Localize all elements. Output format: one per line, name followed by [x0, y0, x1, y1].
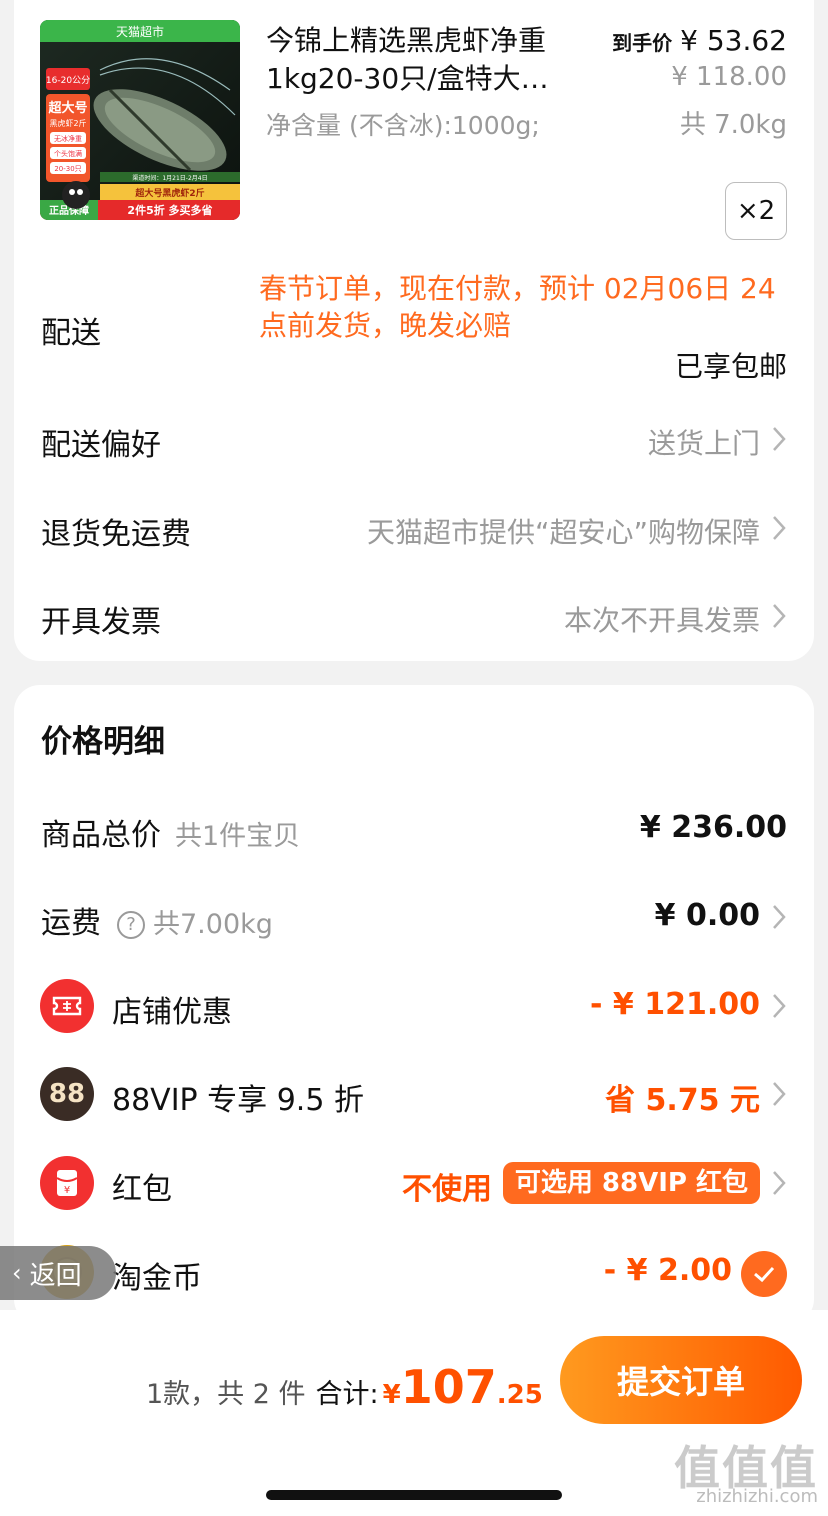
delivery-label: 配送: [41, 316, 101, 351]
total-weight: 共 7.0kg: [679, 110, 787, 140]
store-discount-label: 店铺优惠: [112, 995, 232, 1030]
final-price-tag: 到手价: [612, 31, 673, 55]
chevron-right-icon[interactable]: [770, 601, 788, 631]
tao-coin-label: 淘金币: [112, 1261, 202, 1296]
back-button-label: 返回: [29, 1260, 82, 1291]
home-indicator[interactable]: [266, 1490, 562, 1500]
chevron-right-icon[interactable]: [770, 902, 788, 932]
order-summary: 1款，共 2 件 合计: ¥ 107 .25: [146, 1360, 543, 1414]
chevron-right-icon[interactable]: [770, 513, 788, 543]
freight-weight: 共7.00kg: [153, 909, 273, 940]
back-button[interactable]: ‹ 返回: [0, 1246, 116, 1300]
svg-text:黑虎虾2斤: 黑虎虾2斤: [49, 118, 86, 128]
help-icon[interactable]: ?: [117, 911, 145, 939]
final-price: ¥ 53.62: [680, 24, 787, 57]
red-packet-label: 红包: [112, 1172, 172, 1207]
goods-count: 共1件宝贝: [175, 821, 301, 852]
vip-discount-label: 88VIP 专享 9.5 折: [112, 1083, 364, 1118]
total-decimal: .25: [496, 1380, 543, 1410]
product-thumbnail[interactable]: 天猫超市 16-20公分 超大号 黑虎虾2斤 无冰净重 个头饱满 20-30只 …: [40, 20, 240, 220]
invoice-value[interactable]: 本次不开具发票: [564, 599, 760, 639]
freight-label-text: 运费: [41, 906, 101, 941]
svg-text:超大号: 超大号: [48, 100, 87, 116]
goods-total-amount: ¥ 236.00: [639, 810, 787, 845]
goods-total-label-text: 商品总价: [41, 818, 161, 853]
chevron-right-icon[interactable]: [770, 424, 788, 454]
original-price: ¥ 118.00: [671, 62, 787, 92]
freight-label: 运费? 共7.00kg: [41, 898, 273, 942]
product-spec: 净含量 (不含冰):1000g;: [266, 111, 540, 140]
delivery-preference-value[interactable]: 送货上门: [648, 422, 760, 462]
svg-text:个头饱满: 个头饱满: [54, 149, 82, 158]
total-label: 合计:: [315, 1379, 379, 1410]
freight-amount: ¥ 0.00: [654, 898, 760, 933]
return-shipping-label: 退货免运费: [41, 517, 191, 552]
vip-red-packet-pill[interactable]: 可选用 88VIP 红包: [502, 1162, 760, 1204]
svg-text:超大号黑虎虾2斤: 超大号黑虎虾2斤: [134, 187, 204, 199]
vip-saving-amount[interactable]: 省 5.75 元: [605, 1075, 760, 1119]
svg-text:2件5折 多买多省: 2件5折 多买多省: [127, 203, 212, 217]
delivery-note: 春节订单，现在付款，预计 02月06日 24点前发货，晚发必赔: [259, 272, 776, 342]
total-integer: 107: [400, 1360, 497, 1414]
svg-text:¥: ¥: [64, 1185, 70, 1196]
svg-text:20-30只: 20-30只: [54, 165, 81, 173]
chevron-right-icon[interactable]: [770, 1079, 788, 1109]
chevron-right-icon[interactable]: [770, 1168, 788, 1198]
red-packet-icon: ¥: [40, 1156, 94, 1210]
tao-coin-amount: - ¥ 2.00: [603, 1253, 732, 1288]
goods-total-label: 商品总价 共1件宝贝: [41, 810, 300, 854]
quantity-button[interactable]: ×2: [725, 182, 787, 240]
submit-order-button[interactable]: 提交订单: [560, 1336, 802, 1424]
svg-text:16-20公分: 16-20公分: [46, 75, 90, 86]
svg-text:无冰净重: 无冰净重: [54, 134, 82, 143]
final-price-row: 到手价 ¥ 53.62: [612, 24, 787, 57]
free-shipping-text: 已享包邮: [674, 350, 787, 383]
coupon-icon: [40, 979, 94, 1033]
item-count: 1款，共 2 件: [146, 1379, 306, 1410]
price-detail-title: 价格明细: [41, 724, 165, 760]
product-title[interactable]: 今锦上精选黑虎虾净重1kg20-30只/盒特大…: [266, 22, 596, 98]
chevron-right-icon[interactable]: [770, 991, 788, 1021]
vip-88-icon: 88: [40, 1067, 94, 1121]
checkmark-icon[interactable]: [741, 1251, 787, 1297]
invoice-label: 开具发票: [41, 605, 161, 640]
svg-text:渠道时间：1月21日-2月4日: 渠道时间：1月21日-2月4日: [132, 174, 207, 182]
return-shipping-value[interactable]: 天猫超市提供“超安心”购物保障: [367, 511, 760, 551]
red-packet-status[interactable]: 不使用: [402, 1164, 492, 1208]
total-currency: ¥: [382, 1380, 401, 1410]
thumb-store-label: 天猫超市: [116, 24, 164, 39]
watermark-url: zhizhizhi.com: [696, 1486, 818, 1507]
store-discount-amount[interactable]: - ¥ 121.00: [590, 987, 760, 1022]
chevron-left-icon: ‹: [12, 1259, 22, 1287]
delivery-preference-label: 配送偏好: [41, 428, 161, 463]
